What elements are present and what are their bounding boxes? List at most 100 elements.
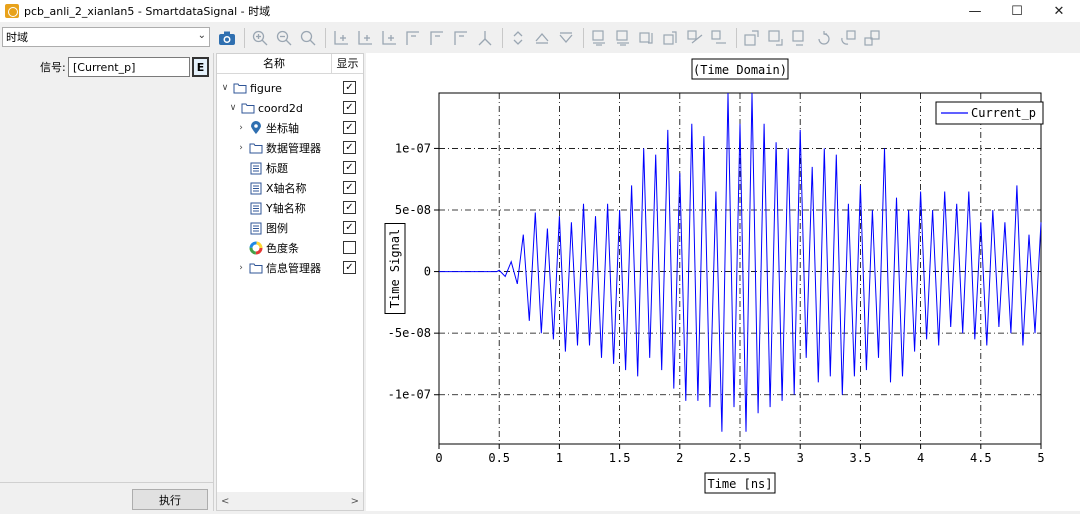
chevron-right-icon[interactable]: ›	[236, 263, 246, 273]
app-icon	[5, 4, 19, 18]
window-controls: — ☐ ✕	[954, 0, 1080, 22]
visibility-checkbox[interactable]: ✓	[343, 161, 356, 174]
axis-flag-z-icon[interactable]	[450, 27, 472, 49]
y-tick-label: -1e-07	[388, 388, 431, 402]
y-tick-label: 5e-08	[395, 203, 431, 217]
color-wheel-icon	[249, 241, 263, 255]
zoom-fit-icon[interactable]	[297, 27, 319, 49]
run-button[interactable]: 执行	[132, 489, 208, 510]
tree-item-info-manager[interactable]: › 信息管理器 ✓	[217, 258, 363, 278]
rotate-3-icon[interactable]	[861, 27, 883, 49]
tree-item-colorbar[interactable]: 色度条	[217, 238, 363, 258]
x-tick-label: 2.5	[729, 451, 751, 465]
layout-4-icon[interactable]	[660, 27, 682, 49]
axis-add-x-icon[interactable]	[330, 27, 352, 49]
x-tick-label: 3	[797, 451, 804, 465]
triangle-up-icon[interactable]	[531, 27, 553, 49]
tree-item-y-axis-name[interactable]: Y轴名称 ✓	[217, 198, 363, 218]
tree-item-coord2d[interactable]: ∨ coord2d ✓	[217, 98, 363, 118]
chevron-down-icon: ⌄	[197, 30, 206, 41]
layout-5-icon[interactable]	[684, 27, 706, 49]
y-axis-label: Time Signal	[388, 229, 402, 308]
axis-flag-y-icon[interactable]	[426, 27, 448, 49]
minimize-button[interactable]: —	[954, 0, 996, 22]
axis-flag-x-icon[interactable]	[402, 27, 424, 49]
chevron-right-icon[interactable]: ›	[236, 123, 246, 133]
chevron-down-icon[interactable]: ∨	[228, 103, 238, 113]
divider	[0, 482, 214, 483]
tree-header: 名称 显示	[217, 54, 363, 74]
chevron-down-icon[interactable]: ∨	[220, 83, 230, 93]
x-tick-label: 4.5	[970, 451, 992, 465]
visibility-checkbox[interactable]: ✓	[343, 141, 356, 154]
layout-2-icon[interactable]	[612, 27, 634, 49]
visibility-checkbox[interactable]: ✓	[343, 81, 356, 94]
horizontal-scrollbar[interactable]: < >	[217, 492, 363, 510]
window-title: pcb_anli_2_xianlan5 - SmartdataSignal - …	[24, 5, 271, 18]
visibility-checkbox[interactable]: ✓	[343, 201, 356, 214]
tree-item-axis[interactable]: › 坐标轴 ✓	[217, 118, 363, 138]
legend-label: Current_p	[971, 106, 1036, 120]
export-3-icon[interactable]	[789, 27, 811, 49]
tree-item-label: X轴名称	[266, 182, 307, 195]
mode-select-value: 时域	[6, 31, 28, 44]
rotate-icon[interactable]	[813, 27, 835, 49]
chart-area: 0 0.5 1 1.5 2 2.5 3 3.5 4 4.5 5 1e-07 5e-08 0 -5e-08 -1…	[366, 53, 1080, 511]
signal-label: 信号:	[40, 61, 66, 74]
layout-6-icon[interactable]	[708, 27, 730, 49]
document-icon	[249, 181, 263, 195]
maximize-button[interactable]: ☐	[996, 0, 1038, 22]
scroll-right-icon[interactable]: >	[351, 496, 359, 507]
close-button[interactable]: ✕	[1038, 0, 1080, 22]
visibility-checkbox[interactable]: ✓	[343, 181, 356, 194]
triangle-down-icon[interactable]	[555, 27, 577, 49]
visibility-checkbox[interactable]: ✓	[343, 261, 356, 274]
tree-item-label: 色度条	[266, 242, 299, 255]
camera-icon[interactable]	[216, 27, 238, 49]
time-domain-chart: 0 0.5 1 1.5 2 2.5 3 3.5 4 4.5 5 1e-07 5e-08 0 -5e-08 -1…	[384, 58, 1045, 494]
visibility-checkbox[interactable]: ✓	[343, 121, 356, 134]
toolbar-separator	[244, 28, 245, 48]
toolbar-separator	[502, 28, 503, 48]
x-tick-label: 4	[917, 451, 924, 465]
x-tick-label: 2	[676, 451, 683, 465]
export-2-icon[interactable]	[765, 27, 787, 49]
visibility-checkbox[interactable]	[343, 241, 356, 254]
folder-icon	[241, 101, 255, 115]
rotate-2-icon[interactable]	[837, 27, 859, 49]
diamond-icon[interactable]	[507, 27, 529, 49]
layout-3-icon[interactable]	[636, 27, 658, 49]
signal-value: [Current_p]	[73, 60, 136, 74]
axis-add-y-icon[interactable]	[354, 27, 376, 49]
axis-3d-icon[interactable]	[474, 27, 496, 49]
document-icon	[249, 221, 263, 235]
x-tick-label: 5	[1037, 451, 1044, 465]
folder-icon	[249, 141, 263, 155]
folder-icon	[249, 261, 263, 275]
tree-item-title[interactable]: 标题 ✓	[217, 158, 363, 178]
chevron-right-icon[interactable]: ›	[236, 143, 246, 153]
signal-edit-button[interactable]: E	[192, 57, 209, 77]
axis-add-z-icon[interactable]	[378, 27, 400, 49]
tree-header-name[interactable]: 名称	[217, 54, 332, 73]
scroll-left-icon[interactable]: <	[221, 496, 229, 507]
toolbar	[216, 25, 885, 51]
layout-1-icon[interactable]	[588, 27, 610, 49]
signal-field[interactable]: [Current_p]	[68, 57, 190, 77]
tree-item-label: 坐标轴	[266, 122, 299, 135]
tree-header-show[interactable]: 显示	[332, 54, 363, 73]
tree-item-label: Y轴名称	[266, 202, 306, 215]
export-1-icon[interactable]	[741, 27, 763, 49]
toolbar-row: 时域 ⌄	[0, 22, 1080, 53]
visibility-checkbox[interactable]: ✓	[343, 221, 356, 234]
tree-item-legend[interactable]: 图例 ✓	[217, 218, 363, 238]
visibility-checkbox[interactable]: ✓	[343, 101, 356, 114]
zoom-out-icon[interactable]	[273, 27, 295, 49]
x-tick-label: 0	[435, 451, 442, 465]
tree-item-x-axis-name[interactable]: X轴名称 ✓	[217, 178, 363, 198]
tree-item-label: 图例	[266, 222, 288, 235]
zoom-in-icon[interactable]	[249, 27, 271, 49]
mode-select[interactable]: 时域 ⌄	[2, 27, 210, 47]
tree-item-data-manager[interactable]: › 数据管理器 ✓	[217, 138, 363, 158]
tree-item-figure[interactable]: ∨ figure ✓	[217, 78, 363, 98]
